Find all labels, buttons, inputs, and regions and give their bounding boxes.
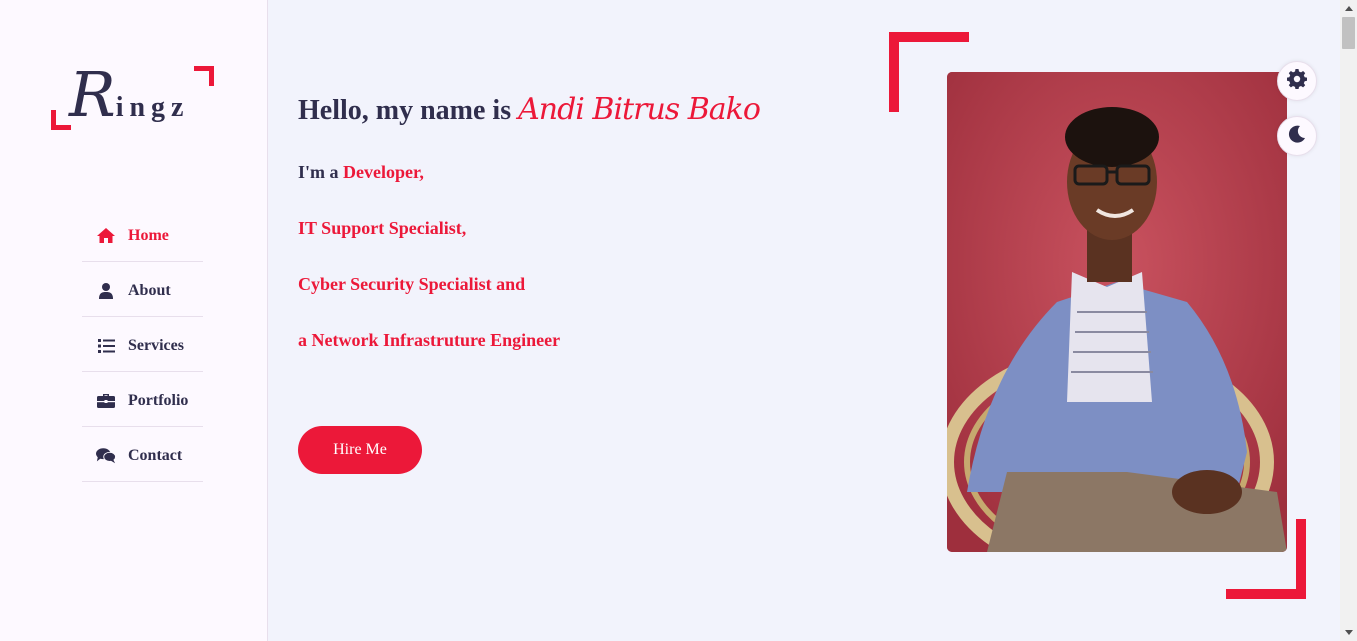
home-section: Hello, my name is Andi Bitrus Bako I'm a…: [268, 0, 1340, 641]
photo-frame-corner-bottom-right: [1226, 519, 1306, 599]
role-developer: Developer,: [343, 162, 424, 182]
logo-bracket-top-right: [194, 66, 214, 86]
greeting-prefix: Hello, my name is: [298, 95, 519, 126]
logo-text: Ringz: [69, 58, 189, 131]
role-line-2: IT Support Specialist,: [298, 218, 467, 238]
nav-item-home[interactable]: Home: [82, 207, 203, 262]
nav-item-about[interactable]: About: [82, 262, 203, 317]
logo-initial: R: [69, 58, 116, 131]
logo[interactable]: Ringz: [51, 58, 214, 131]
home-icon: [96, 226, 116, 246]
main-nav: Home About Services Portfolio Contact: [82, 207, 203, 482]
logo-rest: ingz: [115, 92, 190, 123]
logo-bracket-bottom-left: [51, 110, 71, 130]
comments-icon: [96, 446, 116, 466]
hire-me-button[interactable]: Hire Me: [298, 426, 422, 474]
hero-greeting: Hello, my name is Andi Bitrus Bako: [298, 92, 761, 127]
nav-label-portfolio: Portfolio: [128, 391, 189, 409]
gear-icon: [1286, 69, 1308, 93]
sidebar: Ringz Home About Services Portfolio Cont…: [0, 0, 268, 641]
style-switcher-toggle[interactable]: [1277, 61, 1317, 101]
nav-item-contact[interactable]: Contact: [82, 427, 203, 482]
scroll-up-arrow-icon[interactable]: [1340, 0, 1357, 17]
day-night-toggle[interactable]: [1277, 116, 1317, 156]
role-line-1: I'm a Developer,: [298, 162, 424, 183]
scrollbar-thumb[interactable]: [1342, 17, 1355, 49]
user-icon: [96, 281, 116, 301]
role-line-4: a Network Infrastruture Engineer: [298, 330, 561, 350]
role-prefix: I'm a: [298, 162, 343, 182]
hero-name: Andi Bitrus Bako: [518, 92, 761, 127]
nav-item-services[interactable]: Services: [82, 317, 203, 372]
page-scrollbar[interactable]: [1340, 0, 1357, 641]
nav-label-about: About: [128, 281, 171, 299]
nav-item-portfolio[interactable]: Portfolio: [82, 372, 203, 427]
role-line-3: Cyber Security Specialist and: [298, 274, 526, 294]
moon-icon: [1288, 125, 1306, 147]
nav-label-contact: Contact: [128, 446, 183, 464]
list-icon: [96, 336, 116, 356]
briefcase-icon: [96, 391, 116, 411]
scroll-down-arrow-icon[interactable]: [1340, 624, 1357, 641]
profile-photo: [947, 72, 1287, 552]
nav-label-services: Services: [128, 336, 184, 354]
nav-label-home: Home: [128, 226, 169, 244]
